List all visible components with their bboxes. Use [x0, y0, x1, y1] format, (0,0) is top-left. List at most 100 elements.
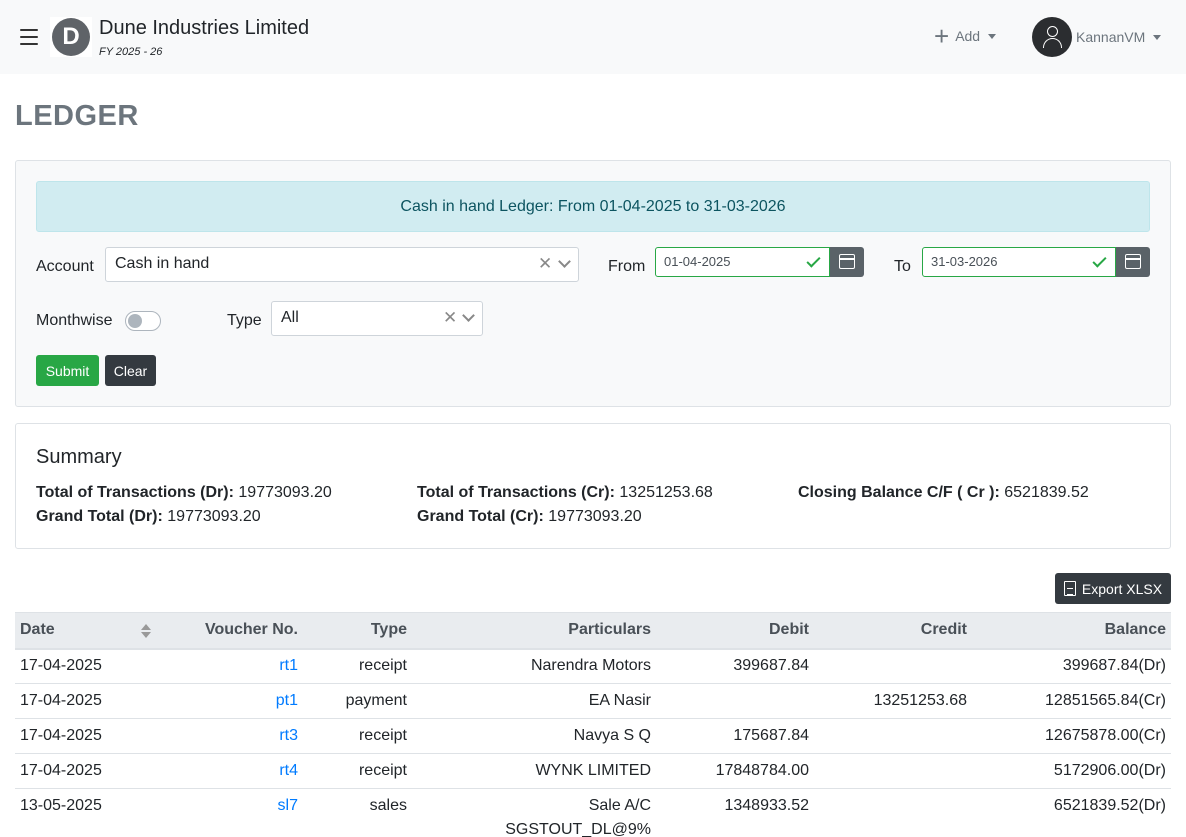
user-menu[interactable]: KannanVM: [1032, 17, 1162, 57]
cell-debit: 399687.84: [656, 648, 814, 684]
cell-debit: [656, 683, 814, 719]
closing-balance: Closing Balance C/F ( Cr ): 6521839.52: [798, 484, 1089, 501]
table-row: 17-04-2025 rt3 receipt Navya S Q 175687.…: [15, 718, 1171, 754]
from-date-input[interactable]: 01-04-2025: [655, 247, 830, 277]
type-label: Type: [227, 312, 262, 329]
cell-balance: 5172906.00(Dr): [972, 753, 1171, 789]
export-xlsx-button[interactable]: Export XLSX: [1055, 573, 1171, 604]
account-select[interactable]: Cash in hand ✕: [105, 247, 579, 282]
chevron-down-icon: [558, 255, 571, 268]
cell-balance: 399687.84(Dr): [972, 648, 1171, 684]
cell-credit: [814, 648, 972, 684]
account-value: Cash in hand: [115, 255, 210, 272]
type-select[interactable]: All ✕: [271, 301, 483, 336]
from-calendar-button[interactable]: [830, 247, 864, 277]
cell-voucher: sl7: [157, 788, 303, 837]
clear-account-icon[interactable]: ✕: [538, 248, 552, 280]
voucher-link[interactable]: rt1: [279, 657, 298, 674]
ledger-table: Date Voucher No. Type Particulars Debit …: [15, 612, 1171, 837]
col-balance-header: Balance: [972, 612, 1171, 650]
monthwise-label: Monthwise: [36, 312, 113, 329]
voucher-link[interactable]: rt4: [279, 762, 298, 779]
table-row: 17-04-2025 pt1 payment EA Nasir 13251253…: [15, 683, 1171, 719]
company-logo: D: [50, 17, 92, 57]
cell-voucher: rt4: [157, 753, 303, 789]
hamburger-menu-icon[interactable]: [20, 29, 38, 45]
to-date-value: 31-03-2026: [931, 254, 998, 269]
col-particulars-header: Particulars: [412, 612, 656, 650]
to-date-input[interactable]: 31-03-2026: [922, 247, 1116, 277]
calendar-icon: [839, 254, 855, 269]
toggle-knob: [128, 314, 142, 328]
particulars-line-1: Sale A/C: [588, 797, 651, 814]
to-label: To: [894, 258, 911, 275]
cell-voucher: rt3: [157, 718, 303, 754]
cell-date: 13-05-2025: [15, 788, 157, 837]
valid-check-icon: [1092, 253, 1107, 268]
submit-button[interactable]: Submit: [36, 355, 99, 386]
caret-down-icon: [988, 33, 997, 39]
cell-balance: 6521839.52(Dr): [972, 788, 1171, 837]
type-value: All: [281, 309, 299, 326]
add-label: Add: [955, 28, 981, 44]
username: KannanVM: [1076, 29, 1146, 45]
table-row: 13-05-2025 sl7 sales Sale A/C SGSTOUT_DL…: [15, 788, 1171, 837]
cell-voucher: rt1: [157, 648, 303, 684]
valid-check-icon: [806, 253, 821, 268]
user-avatar-icon: [1032, 17, 1072, 57]
ledger-info-alert: Cash in hand Ledger: From 01-04-2025 to …: [36, 181, 1150, 232]
chevron-down-icon: [462, 309, 475, 322]
cell-balance: 12675878.00(Cr): [972, 718, 1171, 754]
cell-type: receipt: [303, 648, 412, 684]
from-label: From: [608, 258, 646, 275]
add-dropdown-button[interactable]: + Add: [934, 21, 997, 51]
col-date-header[interactable]: Date: [15, 612, 157, 650]
cell-particulars: Narendra Motors: [412, 648, 656, 684]
to-calendar-button[interactable]: [1116, 247, 1150, 277]
cell-type: receipt: [303, 718, 412, 754]
cell-date: 17-04-2025: [15, 648, 157, 684]
total-cr: Total of Transactions (Cr): 13251253.68: [417, 484, 713, 501]
caret-down-icon: [1153, 34, 1162, 40]
from-date-value: 01-04-2025: [664, 254, 731, 269]
table-row: 17-04-2025 rt1 receipt Narendra Motors 3…: [15, 648, 1171, 684]
cell-credit: 13251253.68: [814, 683, 972, 719]
voucher-link[interactable]: pt1: [276, 692, 298, 709]
col-voucher-header: Voucher No.: [157, 612, 303, 650]
cell-particulars: WYNK LIMITED: [412, 753, 656, 789]
plus-icon: +: [934, 21, 950, 51]
cell-debit: 175687.84: [656, 718, 814, 754]
calendar-icon: [1125, 254, 1141, 269]
cell-type: receipt: [303, 753, 412, 789]
grand-total-dr: Grand Total (Dr): 19773093.20: [36, 508, 261, 525]
clear-button[interactable]: Clear: [105, 355, 156, 386]
cell-type: payment: [303, 683, 412, 719]
voucher-link[interactable]: rt3: [279, 727, 298, 744]
total-dr: Total of Transactions (Dr): 19773093.20: [36, 484, 332, 501]
account-label: Account: [36, 258, 94, 275]
cell-date: 17-04-2025: [15, 683, 157, 719]
cell-date: 17-04-2025: [15, 718, 157, 754]
top-navbar: D Dune Industries Limited FY 2025 - 26 +…: [0, 0, 1186, 74]
cell-particulars: EA Nasir: [412, 683, 656, 719]
export-label: Export XLSX: [1081, 580, 1163, 597]
spreadsheet-icon: [1063, 581, 1076, 596]
clear-type-icon[interactable]: ✕: [443, 302, 457, 334]
cell-credit: [814, 753, 972, 789]
cell-particulars: Sale A/C SGSTOUT_DL@9%: [412, 788, 656, 837]
summary-title: Summary: [36, 446, 122, 468]
cell-particulars: Navya S Q: [412, 718, 656, 754]
fiscal-year: FY 2025 - 26: [99, 46, 163, 58]
sort-icon[interactable]: [141, 624, 151, 639]
cell-date: 17-04-2025: [15, 753, 157, 789]
monthwise-toggle[interactable]: [125, 311, 161, 331]
col-debit-header: Debit: [656, 612, 814, 650]
voucher-link[interactable]: sl7: [278, 797, 298, 814]
table-header-row: Date Voucher No. Type Particulars Debit …: [15, 612, 1171, 650]
logo-letter: D: [52, 18, 90, 56]
page-title: LEDGER: [15, 100, 139, 132]
cell-voucher: pt1: [157, 683, 303, 719]
filter-card: Cash in hand Ledger: From 01-04-2025 to …: [15, 160, 1171, 407]
table-row: 17-04-2025 rt4 receipt WYNK LIMITED 1784…: [15, 753, 1171, 789]
company-name: Dune Industries Limited: [99, 17, 310, 39]
